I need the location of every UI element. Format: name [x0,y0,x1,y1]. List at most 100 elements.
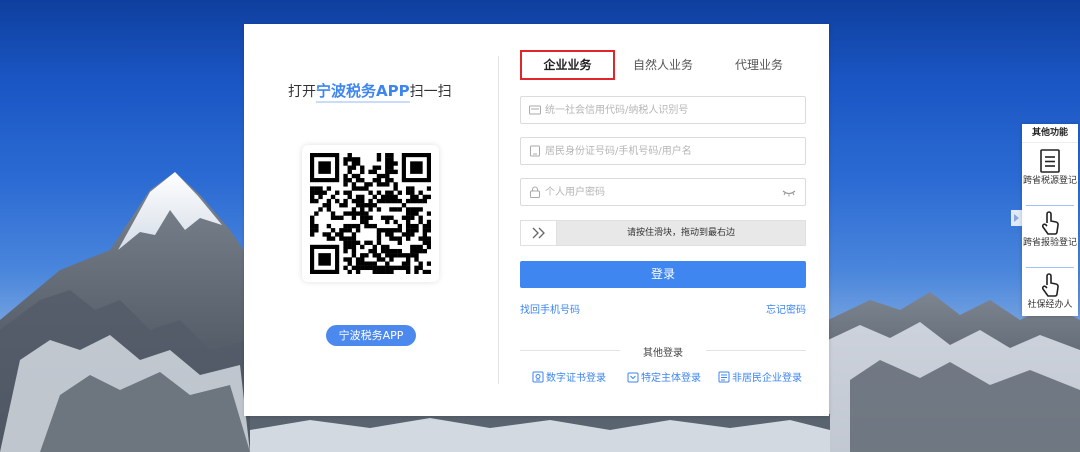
qr-module [360,194,365,200]
login-button[interactable]: 登录 [520,261,806,288]
side-panel-title: 其他功能 [1022,124,1078,143]
qr-module [310,219,315,225]
qr-module [410,186,415,191]
tab-enterprise[interactable]: 企业业务 [520,50,615,80]
credit-code-field[interactable] [520,96,806,124]
qr-module [343,223,348,229]
qr-module [343,265,348,271]
qr-module [414,207,419,212]
qr-module [355,265,361,271]
qr-module [397,248,402,254]
qr-module [368,190,373,195]
qr-module [380,265,386,271]
qr-module [385,173,390,179]
qr-module [410,228,415,233]
entity-login-link[interactable]: 特定主体登录 [627,369,701,384]
qr-module [418,198,423,204]
side-item-social-security[interactable]: 社保经办人 [1022,272,1078,311]
qr-module [326,207,332,212]
certificate-icon [532,371,544,383]
qr-module [343,203,348,208]
qr-module [376,153,382,158]
qr-module [414,198,419,204]
login-card: 打开宁波税务APP扫一扫 宁波税务APP 企业业务 自然人业务 代理业务 统一社… [244,24,829,416]
login-form: 企业业务 自然人业务 代理业务 请按住滑块，拖动到最右边 登录 找回手机号码 忘… [520,24,810,416]
side-item-inspection[interactable]: 跨省报验登记 [1022,210,1078,249]
qr-module [347,223,352,229]
qr-module [326,186,332,191]
qr-module [414,244,419,250]
qr-module [330,211,336,216]
cert-login-link[interactable]: 数字证书登录 [532,369,606,384]
qr-module [393,198,398,204]
qr-module [372,269,377,274]
qr-module [343,228,348,233]
qr-module [385,232,390,237]
qr-module [343,157,348,162]
eye-closed-icon[interactable] [782,188,796,198]
side-item-tax-source[interactable]: 跨省税源登记 [1022,148,1078,187]
qr-module [426,223,431,229]
qr-module [401,215,407,220]
qr-module [376,257,382,262]
qr-module [310,223,315,229]
side-panel-toggle-icon[interactable] [1011,210,1022,226]
qr-module [355,223,361,229]
double-chevron-right-icon [532,227,545,239]
qr-module [326,232,332,237]
qr-module [380,173,386,179]
tab-individual[interactable]: 自然人业务 [620,50,706,80]
qr-module [351,248,357,254]
qr-module [385,198,390,204]
qr-module [364,261,369,266]
password-input[interactable] [545,179,775,205]
qr-module [364,265,369,271]
qr-module [410,194,415,200]
qr-module [339,215,344,220]
find-phone-link[interactable]: 找回手机号码 [520,301,580,316]
id-number-input[interactable] [545,138,775,164]
qr-module [355,198,361,204]
qr-module [351,198,357,204]
qr-module [364,203,369,208]
qr-module [426,194,431,200]
pointer-hand-icon [1041,273,1059,297]
nonresident-login-link[interactable]: 非居民企业登录 [718,369,802,384]
qr-module [385,182,390,187]
side-separator [1026,205,1074,206]
qr-module [343,173,348,179]
qr-module [343,190,348,195]
password-field[interactable] [520,178,806,206]
slider-captcha[interactable]: 请按住滑块，拖动到最右边 [520,220,806,246]
qr-module [418,215,423,220]
other-login-title: 其他登录 [520,344,806,359]
qr-module [364,253,369,258]
qr-module [310,232,315,237]
qr-code [302,145,439,282]
qr-module [385,219,390,225]
qr-module [410,248,415,254]
forgot-password-link[interactable]: 忘记密码 [766,301,806,316]
qr-module [351,236,357,241]
slider-handle[interactable] [521,221,557,245]
qr-module [343,244,348,250]
app-download-button[interactable]: 宁波税务APP [326,325,416,346]
qr-module [355,240,361,245]
qr-module [380,228,386,233]
qr-module [355,186,361,191]
qr-module [355,261,361,266]
qr-module [389,215,394,220]
pointer-hand-icon [1041,211,1059,235]
qr-module [397,240,402,245]
scan-prefix: 打开 [288,84,316,100]
qr-module [405,207,411,212]
tab-agent[interactable]: 代理业务 [716,50,802,80]
qr-module [310,194,315,200]
id-number-field[interactable] [520,137,806,165]
qr-module [414,248,419,254]
qr-module [343,211,348,216]
qr-module [426,240,431,245]
login-tabs: 企业业务 自然人业务 代理业务 [520,50,806,80]
credit-code-input[interactable] [545,97,775,123]
qr-module [343,240,348,245]
